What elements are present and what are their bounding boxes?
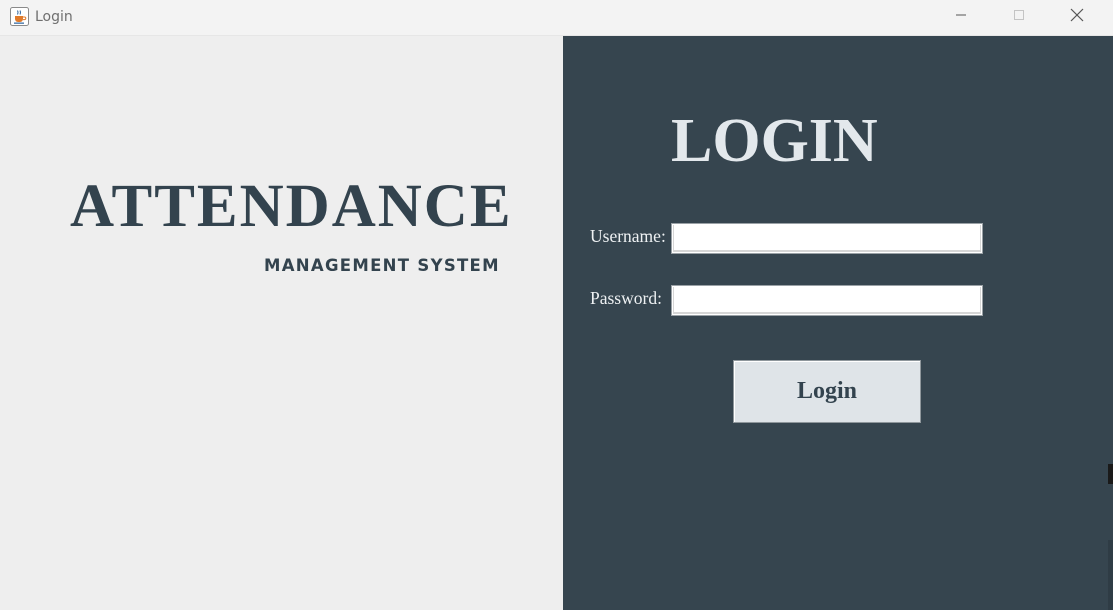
close-icon <box>1070 8 1084 27</box>
password-input[interactable] <box>671 285 983 316</box>
minimize-button[interactable] <box>932 0 990 34</box>
login-button[interactable]: Login <box>733 360 921 423</box>
java-cup-icon <box>10 7 29 26</box>
branding-panel: ATTENDANCE MANAGEMENT SYSTEM <box>0 36 563 610</box>
login-heading: LOGIN <box>671 107 878 175</box>
username-label: Username: <box>590 226 666 246</box>
brand-subtitle: MANAGEMENT SYSTEM <box>264 256 500 275</box>
brand-title: ATTENDANCE <box>70 173 513 240</box>
background-window-edge <box>1108 540 1113 610</box>
password-label: Password: <box>590 288 662 308</box>
username-input[interactable] <box>671 223 983 254</box>
close-button[interactable] <box>1048 0 1106 34</box>
login-window: Login ATTENDANCE MANAGEMENT SYSTEM LOGIN… <box>0 0 1113 610</box>
title-bar[interactable]: Login <box>0 0 1113 36</box>
login-panel: LOGIN Username: Password: Login <box>563 36 1113 610</box>
window-title: Login <box>35 9 73 25</box>
minimize-icon <box>955 8 967 26</box>
background-window-edge <box>1108 464 1113 484</box>
maximize-icon <box>1013 8 1025 26</box>
maximize-button[interactable] <box>990 0 1048 34</box>
